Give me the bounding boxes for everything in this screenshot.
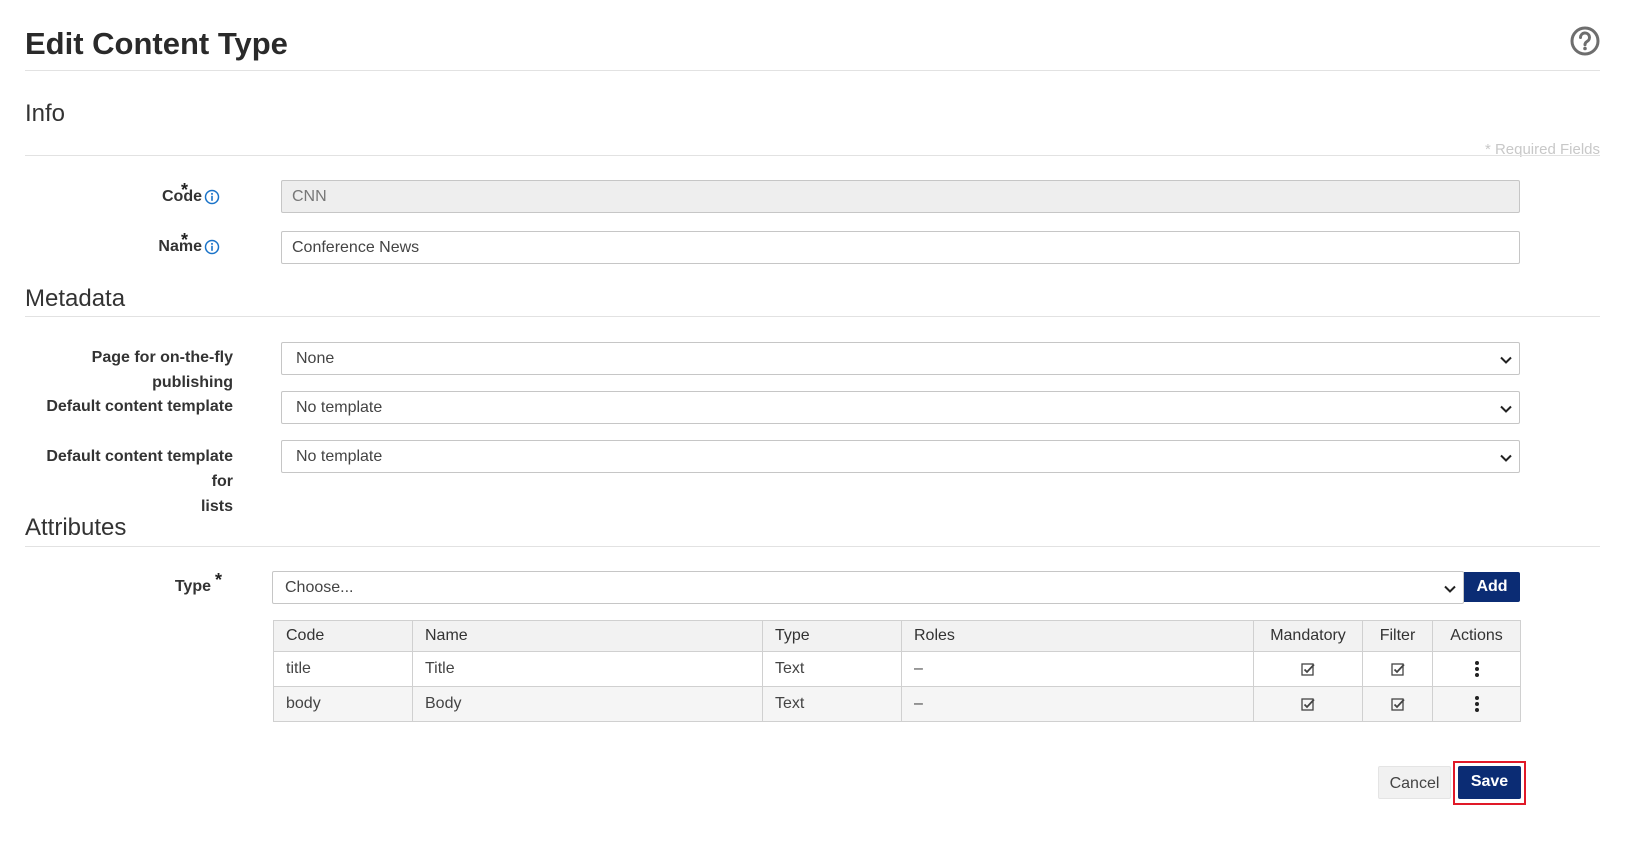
save-button[interactable]: Save xyxy=(1458,766,1521,799)
metadata-section-title: Metadata xyxy=(25,285,126,312)
row-roles: – xyxy=(901,686,1254,722)
default-template-label: Default content template xyxy=(46,398,233,415)
table-row: title Title Text – xyxy=(273,651,1521,687)
row-code: title xyxy=(273,651,413,687)
default-template-lists-label: Default content template for lists xyxy=(25,444,233,519)
row-filter xyxy=(1362,686,1433,722)
type-select[interactable]: Choose... xyxy=(272,571,1464,604)
checkbox-checked-icon xyxy=(1301,698,1315,711)
header-divider xyxy=(25,70,1600,71)
column-header-filter[interactable]: Filter xyxy=(1362,620,1433,652)
row-mandatory xyxy=(1253,651,1363,687)
default-template-value: No template xyxy=(296,399,383,416)
name-field[interactable]: Conference News xyxy=(281,231,1520,264)
info-section-title: Info xyxy=(25,100,66,127)
row-mandatory xyxy=(1253,686,1363,722)
code-field[interactable]: CNN xyxy=(281,180,1520,213)
type-label: Type xyxy=(174,578,211,595)
kebab-menu-icon[interactable] xyxy=(1474,695,1480,713)
default-template-select[interactable]: No template xyxy=(281,391,1520,424)
row-filter xyxy=(1362,651,1433,687)
page-publishing-label: Page for on-the-fly publishing xyxy=(91,349,233,391)
row-type: Text xyxy=(762,686,902,722)
row-actions xyxy=(1432,651,1521,687)
checkbox-checked-icon xyxy=(1301,663,1315,676)
kebab-menu-icon[interactable] xyxy=(1474,660,1480,678)
row-actions xyxy=(1432,686,1521,722)
code-info-icon[interactable] xyxy=(204,189,220,205)
column-header-code[interactable]: Code xyxy=(273,620,413,652)
column-header-type[interactable]: Type xyxy=(762,620,902,652)
cancel-button[interactable]: Cancel xyxy=(1378,766,1451,799)
default-template-lists-select[interactable]: No template xyxy=(281,440,1520,473)
column-header-actions: Actions xyxy=(1432,620,1521,652)
checkbox-checked-icon xyxy=(1390,698,1405,711)
help-icon[interactable] xyxy=(1570,26,1600,56)
chevron-down-icon xyxy=(1500,405,1512,413)
default-template-lists-label-line1: Default content template for xyxy=(46,448,233,490)
edit-content-type-page: Edit Content Type Info * Required Fields… xyxy=(25,0,1600,860)
chevron-down-icon xyxy=(1500,454,1512,462)
page-publishing-value: None xyxy=(296,350,335,367)
page-title: Edit Content Type xyxy=(25,26,288,61)
column-header-roles[interactable]: Roles xyxy=(901,620,1254,652)
info-divider xyxy=(25,155,1600,156)
chevron-down-icon xyxy=(1500,356,1512,364)
page-publishing-select[interactable]: None xyxy=(281,342,1520,375)
attributes-divider xyxy=(25,546,1600,547)
chevron-down-icon xyxy=(1444,585,1456,593)
row-name: Title xyxy=(412,651,763,687)
column-header-mandatory[interactable]: Mandatory xyxy=(1253,620,1363,652)
checkbox-checked-icon xyxy=(1390,663,1405,676)
type-select-value: Choose... xyxy=(285,579,354,596)
type-required-star: * xyxy=(215,570,223,590)
attributes-section-title: Attributes xyxy=(25,514,127,541)
row-code: body xyxy=(273,686,413,722)
metadata-divider xyxy=(25,316,1600,317)
table-header-row: Code Name Type Roles Mandatory Filter Ac… xyxy=(273,620,1521,652)
table-row: body Body Text – xyxy=(273,686,1521,722)
row-type: Text xyxy=(762,651,902,687)
default-template-lists-label-line2: lists xyxy=(200,498,233,515)
column-header-name[interactable]: Name xyxy=(412,620,763,652)
row-name: Body xyxy=(412,686,763,722)
default-template-lists-value: No template xyxy=(296,448,383,465)
attributes-table: Code Name Type Roles Mandatory Filter Ac… xyxy=(273,620,1521,722)
name-required-star: * xyxy=(181,230,189,250)
row-roles: – xyxy=(901,651,1254,687)
name-info-icon[interactable] xyxy=(204,239,220,255)
add-attribute-button[interactable]: Add xyxy=(1464,572,1520,602)
code-required-star: * xyxy=(181,180,189,200)
